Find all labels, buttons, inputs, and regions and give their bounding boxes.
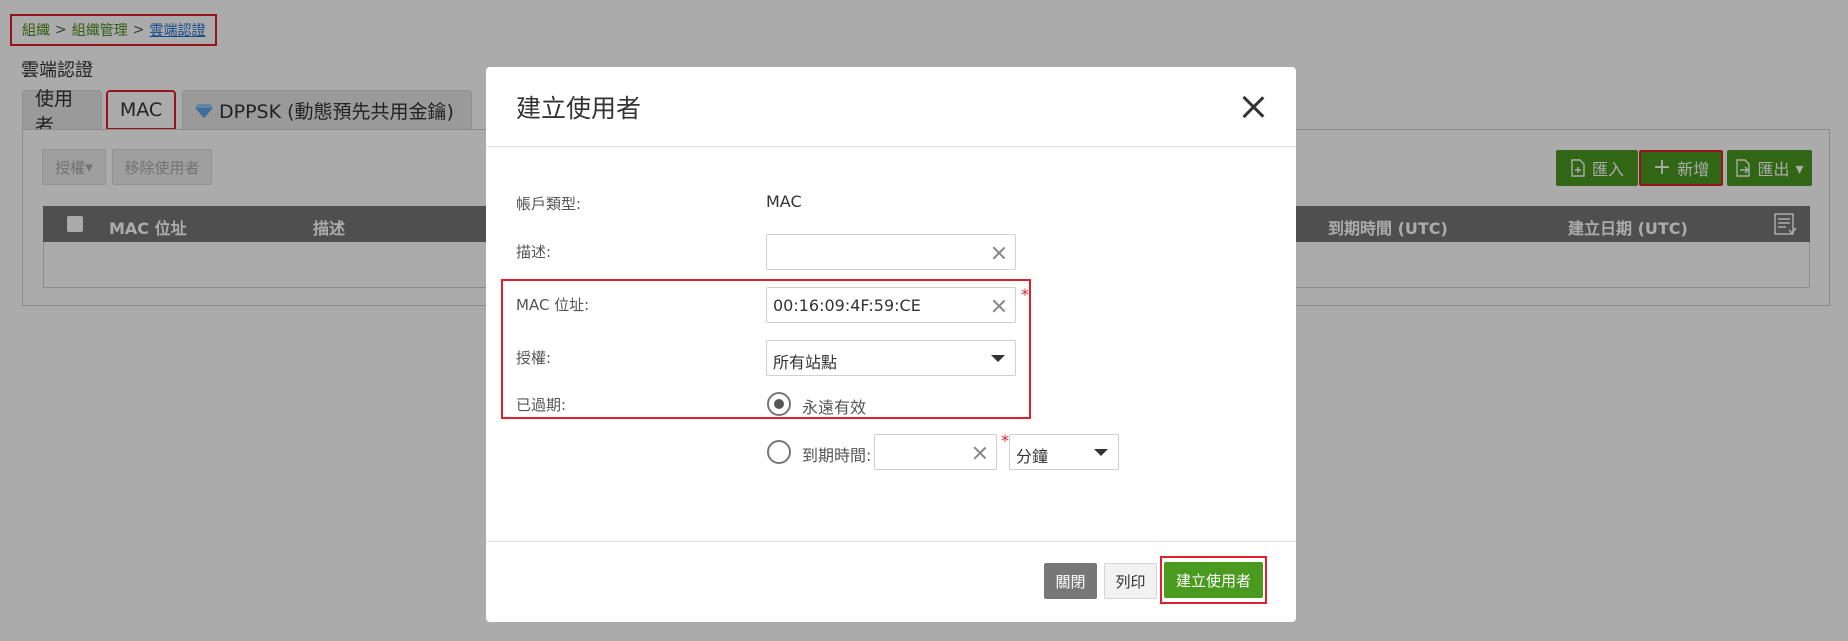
clear-icon[interactable] — [972, 445, 988, 461]
required-mark: * — [1021, 285, 1029, 304]
authorization-value: 所有站點 — [773, 353, 838, 372]
clear-icon[interactable] — [991, 245, 1007, 261]
expire-unit-select[interactable]: 分鐘 — [1009, 434, 1119, 470]
clear-icon[interactable] — [991, 298, 1007, 314]
close-button[interactable]: 關閉 — [1044, 563, 1097, 599]
authorization-select[interactable]: 所有站點 — [766, 340, 1016, 376]
mac-address-value: 00:16:09:4F:59:CE — [773, 296, 921, 315]
expire-unit-value: 分鐘 — [1016, 447, 1049, 466]
authorization-label: 授權: — [516, 349, 552, 367]
create-user-button[interactable]: 建立使用者 — [1164, 562, 1263, 598]
description-label: 描述: — [516, 243, 552, 261]
description-field[interactable] — [766, 234, 1016, 270]
expire-time-radio[interactable] — [767, 440, 791, 464]
dialog-title: 建立使用者 — [516, 94, 642, 123]
account-type-value: MAC — [766, 192, 802, 211]
mac-address-field[interactable]: 00:16:09:4F:59:CE — [766, 287, 1016, 323]
create-user-button-highlight: 建立使用者 — [1160, 556, 1267, 604]
dialog-header: 建立使用者 — [486, 67, 1296, 147]
chevron-down-icon — [1094, 449, 1108, 456]
expire-time-label: 到期時間: — [802, 446, 872, 465]
print-button[interactable]: 列印 — [1104, 563, 1157, 599]
create-user-dialog: 建立使用者 帳戶類型: MAC 描述: MAC 位址: 00:16:09:4F:… — [486, 67, 1296, 622]
dialog-footer: 關閉 列印 建立使用者 — [486, 541, 1296, 622]
forever-valid-label: 永遠有效 — [802, 398, 867, 417]
mac-address-label: MAC 位址: — [516, 296, 590, 314]
expired-label: 已過期: — [516, 396, 567, 414]
chevron-down-icon — [991, 355, 1005, 362]
required-mark: * — [1001, 431, 1009, 450]
account-type-label: 帳戶類型: — [516, 195, 582, 213]
expire-time-field[interactable] — [874, 434, 997, 470]
close-icon[interactable] — [1239, 93, 1267, 121]
forever-valid-radio[interactable] — [767, 392, 791, 416]
